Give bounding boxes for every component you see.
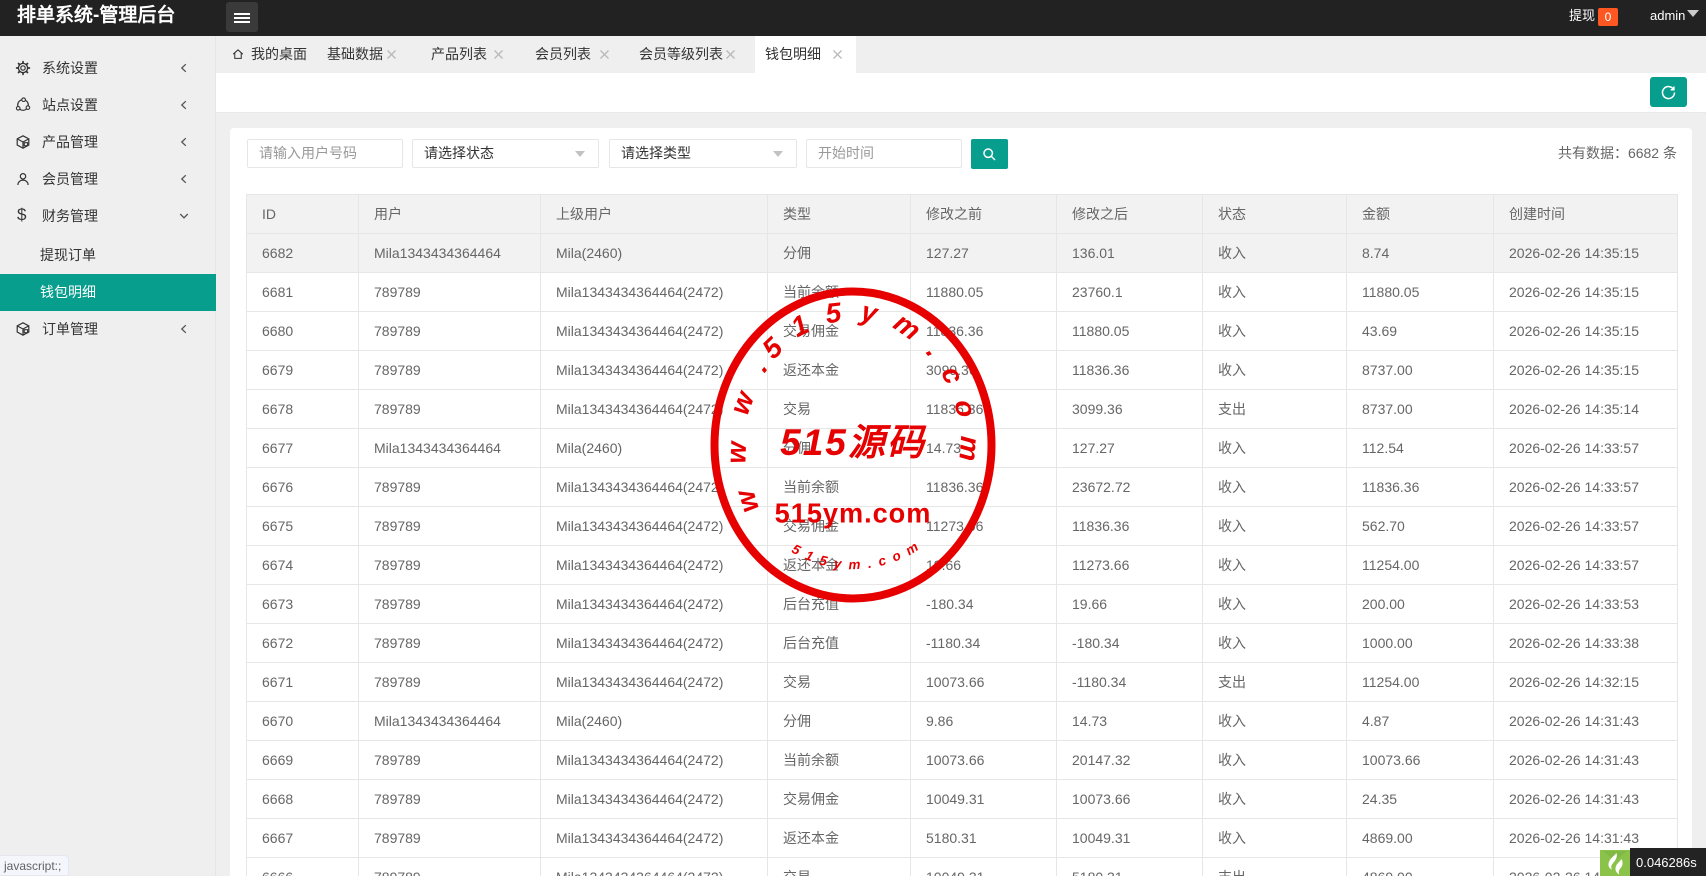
svg-text:515ym.com: 515ym.com bbox=[789, 535, 927, 572]
svg-text:515ym.com: 515ym.com bbox=[775, 497, 932, 528]
svg-text:515源码: 515源码 bbox=[780, 422, 927, 463]
